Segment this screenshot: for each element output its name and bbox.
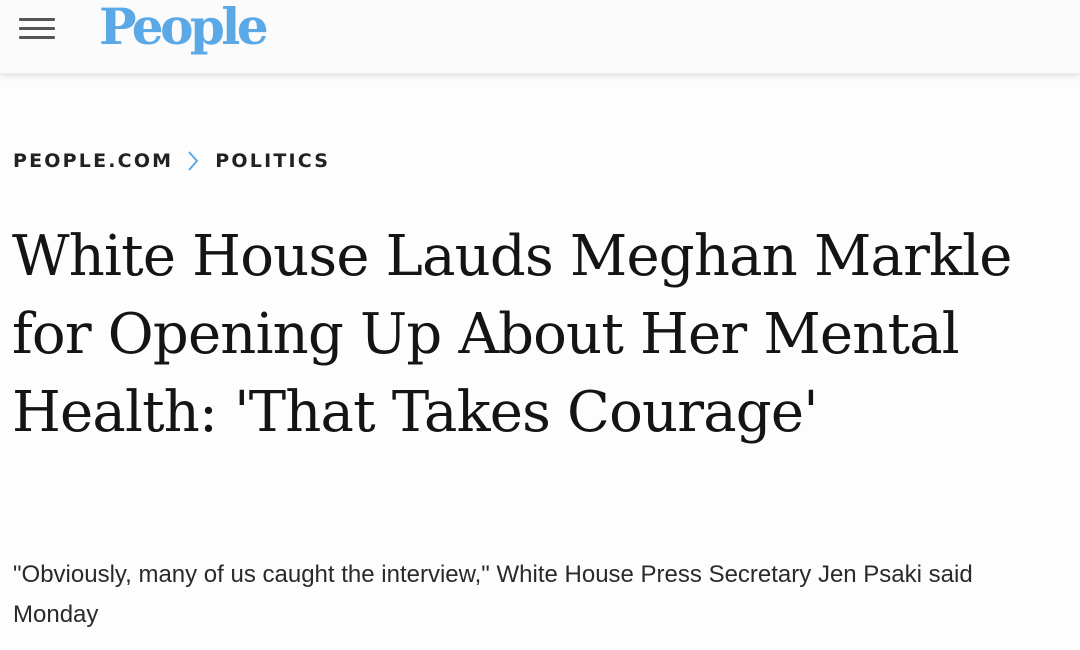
article-dek: "Obviously, many of us caught the interv…: [13, 561, 973, 628]
hamburger-menu-icon[interactable]: [19, 16, 55, 40]
breadcrumb: PEOPLE.COM POLITICS: [13, 146, 330, 176]
site-header: People: [0, 0, 1080, 74]
breadcrumb-home-link[interactable]: PEOPLE.COM: [13, 150, 173, 172]
article-headline: White House Lauds Meghan Markle for Open…: [12, 224, 1012, 445]
people-logo[interactable]: People: [99, 0, 269, 58]
chevron-right-icon: [188, 151, 199, 171]
breadcrumb-politics-link[interactable]: POLITICS: [215, 150, 330, 172]
